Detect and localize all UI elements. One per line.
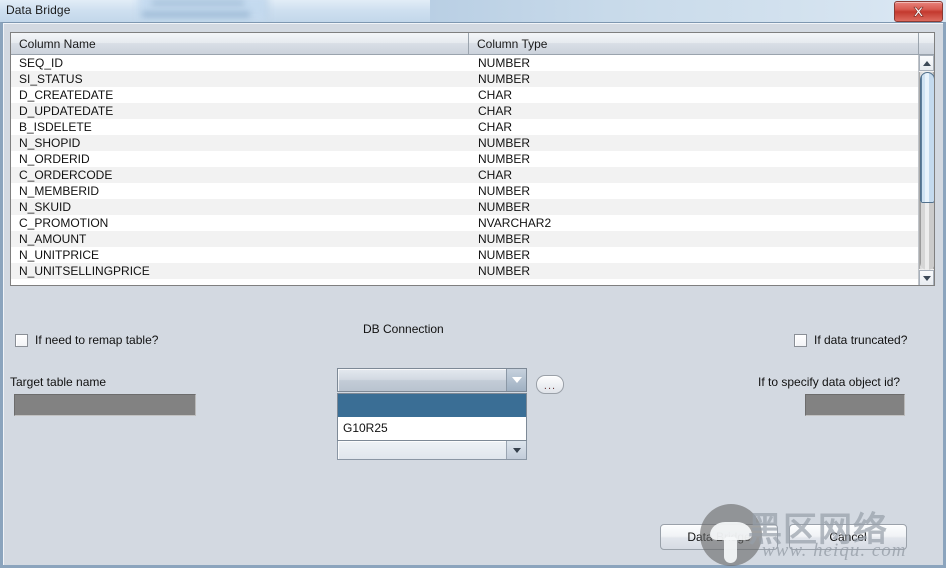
- chevron-down-icon[interactable]: [506, 369, 526, 391]
- db-connection-label: DB Connection: [363, 322, 444, 336]
- cell-column-type: CHAR: [478, 168, 513, 182]
- cell-column-name: N_SKUID: [19, 200, 72, 214]
- cell-column-name: SEQ_ID: [19, 56, 64, 70]
- cell-column-type: NUMBER: [478, 72, 531, 86]
- cell-column-type: CHAR: [478, 120, 513, 134]
- table-row[interactable]: N_MEMBERID NUMBER: [11, 183, 919, 199]
- triangle-glyph-secondary: [512, 447, 521, 453]
- data-bridge-dialog-screenshot: Data Bridge Column Name Column Type SEQ_…: [0, 0, 946, 568]
- table-row[interactable]: N_SKUID NUMBER: [11, 199, 919, 215]
- arrow-up-icon: [922, 60, 931, 66]
- triangle-glyph: [511, 377, 522, 383]
- cell-column-name: N_UNITSELLINGPRICE: [19, 264, 150, 278]
- target-table-name-input[interactable]: [14, 394, 196, 416]
- data-truncated-checkbox-row[interactable]: If data truncated?: [794, 333, 907, 347]
- cancel-button[interactable]: Cancel: [789, 524, 907, 550]
- cell-column-name: N_UNITPRICE: [19, 248, 100, 262]
- table-row[interactable]: B_ISDELETE CHAR: [11, 119, 919, 135]
- cell-column-name: D_CREATEDATE: [19, 88, 114, 102]
- columns-table: Column Name Column Type SEQ_ID NUMBER SI_S…: [10, 32, 935, 286]
- cell-column-name: N_MEMBERID: [19, 184, 100, 198]
- scrollbar-track[interactable]: [919, 72, 934, 270]
- dialog-client-area: Column Name Column Type SEQ_ID NUMBER SI_S…: [0, 22, 946, 568]
- remap-table-checkbox[interactable]: [15, 333, 28, 347]
- cell-column-type: NUMBER: [478, 232, 531, 246]
- table-body: SEQ_ID NUMBER SI_STATUS NUMBER D_CREATEDATE C…: [11, 55, 919, 285]
- cell-column-name: SI_STATUS: [19, 72, 83, 86]
- data-bridge-button[interactable]: Data Bridge: [660, 524, 778, 550]
- table-header-row: Column Name Column Type: [11, 33, 934, 55]
- table-row[interactable]: N_AMOUNT NUMBER: [11, 231, 919, 247]
- table-vertical-scrollbar[interactable]: [918, 55, 934, 285]
- browse-button[interactable]: ...: [536, 375, 564, 394]
- data-truncated-checkbox[interactable]: [794, 333, 807, 347]
- db-connection-combobox[interactable]: [337, 368, 527, 392]
- secondary-combobox[interactable]: [337, 440, 527, 460]
- background-blurred-text-line-2: [142, 12, 250, 17]
- db-connection-dropdown-list[interactable]: G10R25: [337, 393, 527, 441]
- window-titlebar: Data Bridge: [0, 0, 946, 22]
- cell-column-type: NUMBER: [478, 152, 531, 166]
- cell-column-name: N_AMOUNT: [19, 232, 87, 246]
- table-row[interactable]: N_UNITPRICE NUMBER: [11, 247, 919, 263]
- dropdown-option-blank[interactable]: [338, 394, 526, 417]
- cell-column-type: NUMBER: [478, 136, 531, 150]
- remap-table-checkbox-row[interactable]: If need to remap table?: [15, 333, 158, 347]
- data-object-id-label: If to specify data object id?: [758, 375, 901, 389]
- table-row[interactable]: SEQ_ID NUMBER: [11, 55, 919, 71]
- cell-column-name: D_UPDATEDATE: [19, 104, 114, 118]
- scroll-up-button[interactable]: [919, 55, 934, 71]
- table-row[interactable]: C_ORDERCODE CHAR: [11, 167, 919, 183]
- dialog-content: Column Name Column Type SEQ_ID NUMBER SI_S…: [3, 23, 943, 565]
- cell-column-name: C_ORDERCODE: [19, 168, 113, 182]
- table-row[interactable]: SI_STATUS NUMBER: [11, 71, 919, 87]
- close-icon: [912, 6, 925, 18]
- scrollbar-track-lower: [920, 202, 934, 270]
- cell-column-type: CHAR: [478, 104, 513, 118]
- cell-column-name: C_PROMOTION: [19, 216, 109, 230]
- chevron-down-icon-secondary[interactable]: [506, 441, 526, 459]
- table-row[interactable]: D_UPDATEDATE CHAR: [11, 103, 919, 119]
- cell-column-type: NUMBER: [478, 56, 531, 70]
- cell-column-type: NUMBER: [478, 248, 531, 262]
- table-row[interactable]: N_SHOPID NUMBER: [11, 135, 919, 151]
- titlebar-gradient: [430, 0, 946, 22]
- cell-column-type: NUMBER: [478, 200, 531, 214]
- column-header-column-name[interactable]: Column Name: [11, 33, 469, 55]
- close-button[interactable]: [894, 1, 943, 22]
- scroll-down-button[interactable]: [919, 270, 934, 285]
- table-row[interactable]: C_PROMOTION NVARCHAR2: [11, 215, 919, 231]
- cell-column-name: N_ORDERID: [19, 152, 90, 166]
- cell-column-type: CHAR: [478, 88, 513, 102]
- table-row[interactable]: N_ORDERID NUMBER: [11, 151, 919, 167]
- dropdown-option-g10r25[interactable]: G10R25: [338, 417, 526, 440]
- cell-column-type: NUMBER: [478, 184, 531, 198]
- target-table-name-label: Target table name: [10, 375, 107, 389]
- scrollbar-thumb[interactable]: [920, 72, 934, 203]
- data-truncated-label: If data truncated?: [814, 333, 908, 347]
- remap-table-label: If need to remap table?: [35, 333, 159, 347]
- arrow-down-icon: [922, 275, 931, 281]
- cell-column-name: B_ISDELETE: [19, 120, 92, 134]
- background-blurred-text-line-1: [152, 1, 244, 5]
- cell-column-type: NVARCHAR2: [478, 216, 552, 230]
- column-header-filler: [919, 33, 934, 55]
- cell-column-name: N_SHOPID: [19, 136, 81, 150]
- cell-column-type: NUMBER: [478, 264, 531, 278]
- table-row[interactable]: N_UNITSELLINGPRICE NUMBER: [11, 263, 919, 279]
- table-row[interactable]: D_CREATEDATE CHAR: [11, 87, 919, 103]
- column-header-column-type[interactable]: Column Type: [469, 33, 919, 55]
- window-title: Data Bridge: [6, 3, 71, 17]
- data-object-id-input[interactable]: [805, 394, 905, 416]
